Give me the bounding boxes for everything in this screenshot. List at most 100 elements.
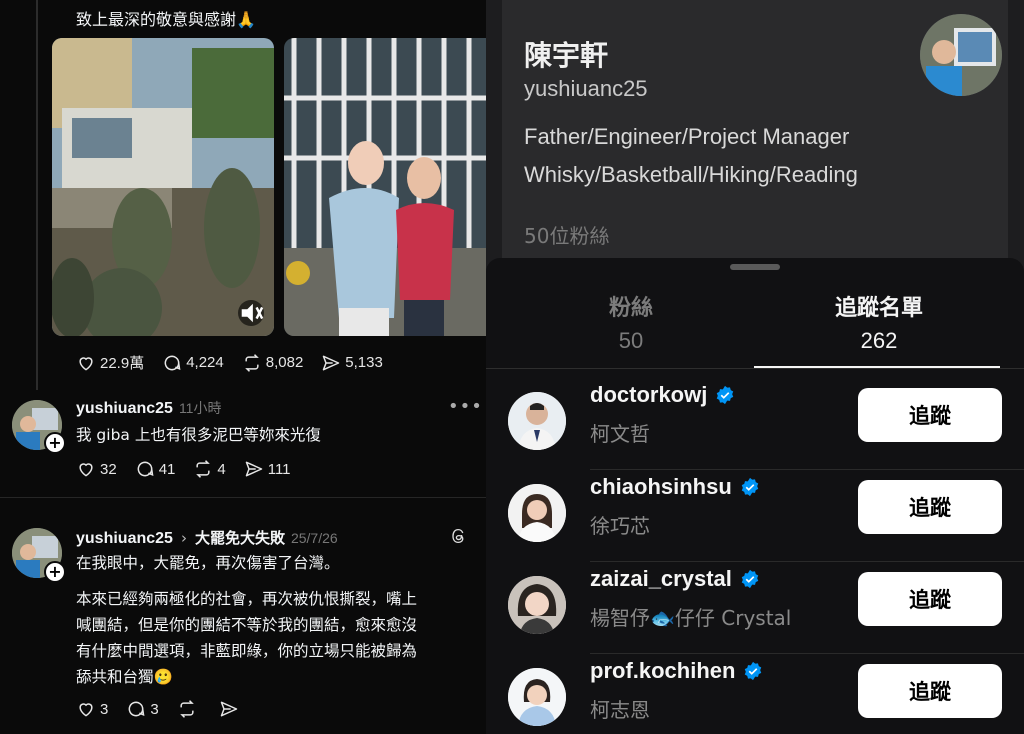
list-item[interactable]: chiaohsinhsu 徐巧芯 追蹤 bbox=[486, 470, 1024, 562]
repost-button[interactable] bbox=[177, 699, 201, 719]
profile-name: 陳宇軒 bbox=[524, 39, 609, 72]
list-item[interactable]: doctorkowj 柯文哲 追蹤 bbox=[486, 378, 1024, 470]
repost-button[interactable]: 4 bbox=[193, 459, 226, 479]
list-item-display-name: 徐巧芯 bbox=[590, 514, 650, 538]
comment-icon bbox=[164, 355, 181, 370]
profile-bio-line: Father/Engineer/Project Manager bbox=[524, 124, 850, 149]
username-text: prof.kochihen bbox=[590, 658, 736, 683]
tab-count: 50 bbox=[618, 328, 644, 353]
sheet-drag-handle[interactable] bbox=[730, 264, 780, 270]
post2-date: 25/7/26 bbox=[290, 530, 338, 546]
reply-username[interactable]: yushiuanc25 bbox=[76, 400, 173, 418]
tab-followers[interactable]: 粉絲 50 bbox=[506, 290, 756, 354]
profile-handle: yushiuanc25 bbox=[524, 76, 648, 101]
tab-label: 粉絲 bbox=[608, 296, 653, 321]
reply-actions: 32 41 4 111 bbox=[76, 459, 309, 479]
profile-panel: 陳宇軒 yushiuanc25 Father/Engineer/Project … bbox=[486, 0, 1024, 734]
like-button[interactable]: 3 bbox=[76, 699, 108, 719]
like-button[interactable]: 22.9萬 bbox=[76, 352, 144, 373]
repost-icon bbox=[179, 700, 194, 718]
post2-actions: 3 3 bbox=[76, 699, 261, 719]
share-count: 111 bbox=[267, 460, 291, 478]
mute-icon bbox=[241, 303, 264, 323]
like-count: 22.9萬 bbox=[100, 355, 145, 372]
comment-button[interactable]: 4,224 bbox=[162, 353, 224, 373]
plus-icon: + bbox=[48, 562, 62, 581]
heart-icon bbox=[79, 356, 93, 371]
post2-para-line: 喊團結，但是你的團結不等於我的團結，愈來愈沒 bbox=[76, 616, 418, 634]
post2-para-line: 有什麼中間選項，非藍即綠，你的立場只能被歸為 bbox=[76, 642, 418, 660]
list-item-username: doctorkowj bbox=[590, 382, 735, 408]
follow-plus-button[interactable]: + bbox=[44, 432, 66, 454]
post-actions: 22.9萬 4,224 8,082 5,133 bbox=[76, 352, 401, 373]
verified-icon bbox=[741, 569, 759, 589]
list-item[interactable]: prof.kochihen 柯志恩 追蹤 bbox=[486, 654, 1024, 734]
verified-icon bbox=[741, 477, 759, 497]
profile-card: 陳宇軒 yushiuanc25 Father/Engineer/Project … bbox=[502, 0, 1008, 270]
like-count: 32 bbox=[100, 460, 117, 478]
repost-icon bbox=[244, 353, 259, 372]
list-item[interactable]: zaizai_crystal 楊智伃🐟仔仔 Crystal 追蹤 bbox=[486, 562, 1024, 654]
profile-followers-count[interactable]: 50位粉絲 bbox=[524, 220, 609, 249]
share-button[interactable]: 111 bbox=[244, 459, 291, 479]
chevron-right-icon: › bbox=[180, 529, 187, 547]
share-icon bbox=[323, 355, 340, 370]
share-button[interactable] bbox=[219, 699, 243, 719]
repost-icon bbox=[196, 460, 211, 478]
post2-line1: 在我眼中，大罷免，再次傷害了台灣。 bbox=[76, 554, 340, 572]
tab-label: 追蹤名單 bbox=[834, 296, 923, 321]
post2-paragraph: 本來已經夠兩極化的社會，再次被仇恨撕裂，嘴上 喊團結，但是你的團結不等於我的團結… bbox=[76, 586, 476, 690]
reply-text: 我 giba 上也有很多泥巴等妳來光復 bbox=[76, 426, 321, 444]
list-item-username: chiaohsinhsu bbox=[590, 474, 760, 500]
mute-button[interactable] bbox=[238, 300, 264, 326]
plus-icon: + bbox=[48, 433, 62, 452]
avatar[interactable] bbox=[508, 576, 566, 634]
share-icon bbox=[220, 701, 237, 717]
reply-header: yushiuanc25 11小時 bbox=[76, 398, 221, 418]
post-photo-portrait[interactable] bbox=[284, 38, 486, 336]
tab-following[interactable]: 追蹤名單 262 bbox=[754, 290, 1004, 354]
reply-time: 11小時 bbox=[178, 400, 222, 416]
comment-icon bbox=[128, 701, 145, 717]
profile-avatar[interactable] bbox=[920, 14, 1002, 96]
comment-count: 41 bbox=[158, 460, 176, 478]
threads-logo-icon bbox=[450, 527, 468, 545]
repost-count: 4 bbox=[217, 460, 226, 478]
follow-button[interactable]: 追蹤 bbox=[858, 664, 1002, 718]
profile-bio-line: Whisky/Basketball/Hiking/Reading bbox=[524, 162, 858, 187]
like-button[interactable]: 32 bbox=[76, 459, 117, 479]
post2-header: yushiuanc25 › 大罷免大失敗 25/7/26 bbox=[76, 527, 338, 548]
follow-button[interactable]: 追蹤 bbox=[858, 572, 1002, 626]
post-photo-soldiers[interactable] bbox=[52, 38, 274, 336]
divider bbox=[0, 497, 486, 498]
list-item-display-name: 楊智伃🐟仔仔 Crystal bbox=[590, 606, 792, 630]
repost-count: 8,082 bbox=[265, 354, 304, 371]
share-button[interactable]: 5,133 bbox=[321, 353, 383, 373]
active-tab-indicator bbox=[754, 366, 1000, 368]
repost-button[interactable]: 8,082 bbox=[242, 353, 304, 373]
follow-button[interactable]: 追蹤 bbox=[858, 388, 1002, 442]
heart-icon bbox=[79, 463, 93, 477]
comment-icon bbox=[137, 461, 154, 477]
avatar[interactable] bbox=[508, 392, 566, 450]
list-item-display-name: 柯志恩 bbox=[590, 698, 650, 722]
post2-username[interactable]: yushiuanc25 bbox=[76, 530, 173, 548]
comment-count: 4,224 bbox=[186, 354, 224, 371]
thread-connector-line bbox=[36, 0, 38, 390]
post2-para-line: 舔共和台獨🥲 bbox=[76, 668, 173, 686]
following-sheet: 粉絲 50 追蹤名單 262 doctorkowj 柯文哲 追蹤 chiaohs… bbox=[486, 258, 1024, 734]
follow-plus-button[interactable]: + bbox=[44, 561, 66, 583]
verified-icon bbox=[745, 661, 762, 681]
comment-button[interactable]: 3 bbox=[126, 699, 159, 719]
more-button[interactable]: ••• bbox=[448, 396, 483, 417]
comment-button[interactable]: 41 bbox=[135, 459, 176, 479]
follow-button[interactable]: 追蹤 bbox=[858, 480, 1002, 534]
heart-icon bbox=[79, 703, 93, 717]
more-icon: ••• bbox=[448, 396, 483, 417]
threads-feed: 致上最深的敬意與感謝🙏 22.9萬 4,224 8,082 5,133 + yu… bbox=[0, 0, 486, 734]
avatar[interactable] bbox=[508, 668, 566, 726]
comment-count: 3 bbox=[150, 700, 159, 718]
post2-topic[interactable]: 大罷免大失敗 bbox=[195, 527, 285, 548]
share-count: 5,133 bbox=[345, 354, 383, 371]
avatar[interactable] bbox=[508, 484, 566, 542]
